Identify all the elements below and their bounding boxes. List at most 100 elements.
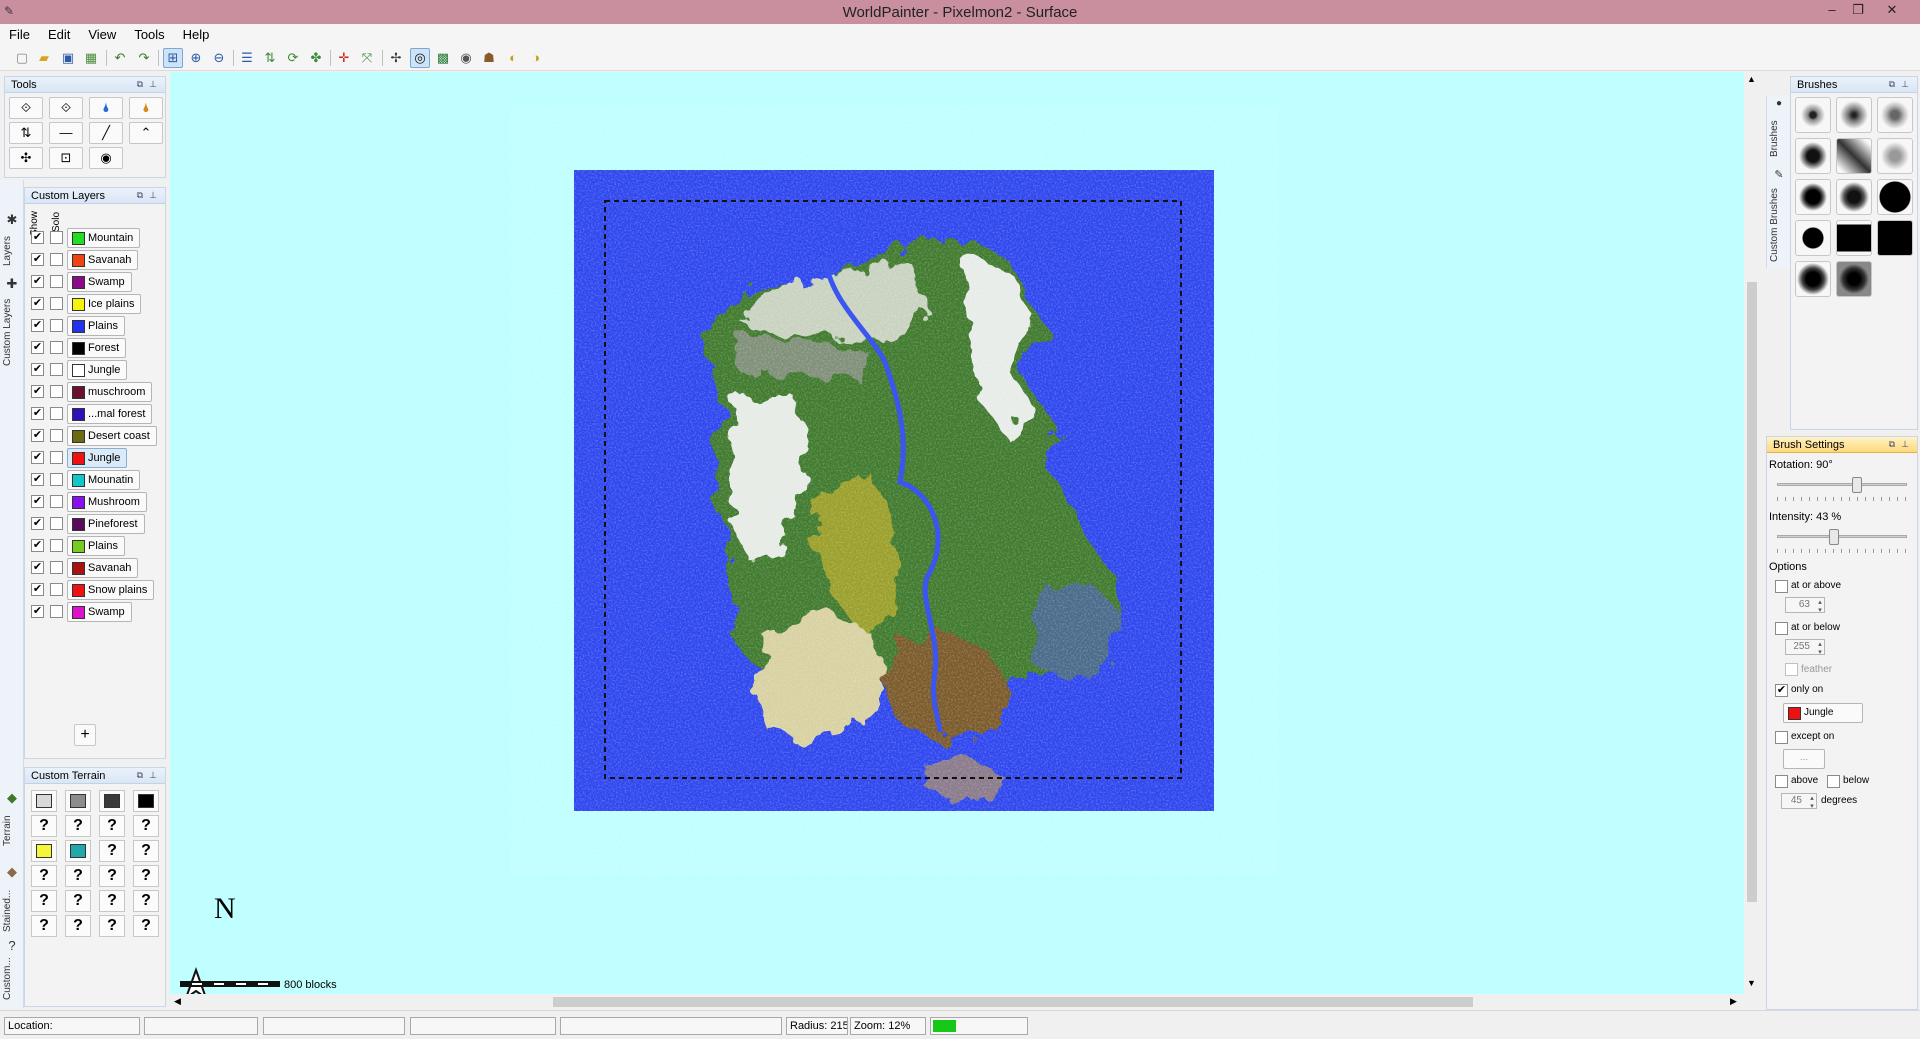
layer-show-checkbox[interactable]: ✔	[31, 319, 44, 332]
vertical-scroll-thumb[interactable]	[1747, 282, 1757, 902]
layer-show-checkbox[interactable]: ✔	[31, 297, 44, 310]
layer-show-checkbox[interactable]: ✔	[31, 517, 44, 530]
layer-button[interactable]: Savanah	[67, 558, 139, 578]
zoom-out-icon[interactable]: ⊖	[209, 48, 229, 68]
layer-solo-checkbox[interactable]	[50, 583, 63, 596]
pin-icon[interactable]: ⊥	[149, 79, 157, 90]
change-height-icon[interactable]: ⇅	[260, 48, 280, 68]
layer-solo-checkbox[interactable]	[50, 473, 63, 486]
undo-icon[interactable]: ↶	[110, 48, 130, 68]
save-icon[interactable]: ▣	[58, 48, 78, 68]
dimension-properties-icon[interactable]: ☰	[237, 48, 257, 68]
layer-button[interactable]: ...mal forest	[67, 404, 153, 424]
float-icon[interactable]: ⧉	[137, 770, 143, 781]
layer-show-checkbox[interactable]: ✔	[31, 605, 44, 618]
layer-solo-checkbox[interactable]	[50, 517, 63, 530]
brush-button[interactable]	[1836, 179, 1872, 215]
layer-button[interactable]: muschroom	[67, 382, 153, 402]
layer-solo-checkbox[interactable]	[50, 407, 63, 420]
tab-custom[interactable]: Custom...	[2, 954, 22, 1004]
restore-icon[interactable]: ❐	[1846, 2, 1870, 20]
rotate-light-left-icon[interactable]: ◐	[503, 48, 523, 68]
brush-button[interactable]	[1836, 220, 1872, 256]
rotate-light-right-icon[interactable]: ◑	[526, 48, 546, 68]
layer-solo-checkbox[interactable]	[50, 231, 63, 244]
intensity-slider-track[interactable]	[1777, 535, 1907, 538]
flatten-tool-icon[interactable]: —	[49, 122, 83, 144]
unknown-terrain-button[interactable]: ?	[133, 890, 159, 912]
menu-view[interactable]: View	[79, 24, 125, 42]
brush-button[interactable]	[1795, 138, 1831, 174]
layer-button[interactable]: Ice plains	[67, 294, 142, 314]
brush-button[interactable]	[1877, 179, 1913, 215]
unknown-terrain-button[interactable]: ?	[99, 815, 125, 837]
rotation-slider-track[interactable]	[1777, 483, 1907, 486]
redo-icon[interactable]: ↷	[134, 48, 154, 68]
feather-checkbox[interactable]	[1785, 663, 1798, 676]
layer-button[interactable]: Swamp	[67, 272, 132, 292]
scroll-down-icon[interactable]: ▼	[1747, 978, 1756, 988]
horizontal-scrollbar[interactable]: ◀ ▶	[170, 994, 1744, 1010]
intensity-slider-thumb[interactable]	[1828, 529, 1839, 545]
layer-show-checkbox[interactable]: ✔	[31, 539, 44, 552]
below-checkbox[interactable]	[1827, 775, 1840, 788]
layer-button[interactable]: Snow plains	[67, 580, 155, 600]
terrain-swatch-button[interactable]	[133, 790, 159, 812]
pin-icon[interactable]: ⊥	[149, 770, 157, 781]
only-on-layer-button[interactable]: Jungle	[1783, 703, 1863, 723]
layer-button[interactable]: Jungle	[67, 360, 128, 380]
tab-stained[interactable]: Stained...	[2, 882, 22, 940]
menu-tools[interactable]: Tools	[125, 24, 173, 42]
tab-custom-layers[interactable]: Custom Layers	[2, 292, 22, 372]
brush-button[interactable]	[1795, 220, 1831, 256]
rotation-slider-thumb[interactable]	[1852, 477, 1862, 493]
layer-show-checkbox[interactable]: ✔	[31, 231, 44, 244]
menu-edit[interactable]: Edit	[39, 24, 79, 42]
layer-solo-checkbox[interactable]	[50, 539, 63, 552]
terrain-swatch-button[interactable]	[65, 790, 91, 812]
unknown-terrain-button[interactable]: ?	[31, 890, 57, 912]
horizontal-scroll-thumb[interactable]	[553, 997, 1473, 1007]
float-icon[interactable]: ⧉	[137, 79, 143, 90]
except-on-checkbox[interactable]	[1775, 731, 1788, 744]
menu-file[interactable]: File	[0, 24, 39, 42]
scroll-left-icon[interactable]: ◀	[174, 996, 181, 1007]
terrain-swatch-button[interactable]	[99, 790, 125, 812]
layer-button[interactable]: Plains	[67, 316, 125, 336]
show-grid-icon[interactable]: ✢	[386, 48, 406, 68]
layer-solo-checkbox[interactable]	[50, 561, 63, 574]
open-folder-icon[interactable]: ▰	[34, 48, 54, 68]
terrain-swatch-button[interactable]	[31, 840, 57, 862]
at-or-below-spinner[interactable]: 255	[1785, 639, 1825, 656]
brush-button[interactable]	[1877, 138, 1913, 174]
close-icon[interactable]: ✕	[1880, 2, 1904, 20]
layer-button[interactable]: Jungle	[67, 448, 128, 468]
brush-button[interactable]	[1836, 97, 1872, 133]
at-or-above-spinner[interactable]: 63	[1785, 597, 1825, 614]
layer-solo-checkbox[interactable]	[50, 275, 63, 288]
unknown-terrain-button[interactable]: ?	[99, 890, 125, 912]
new-world-icon[interactable]: ▢	[12, 48, 32, 68]
unknown-terrain-button[interactable]: ?	[65, 865, 91, 887]
spray-tool-icon[interactable]: ✣	[9, 147, 43, 169]
only-on-checkbox[interactable]: ✔	[1775, 684, 1788, 697]
unknown-terrain-button[interactable]: ?	[65, 890, 91, 912]
layer-solo-checkbox[interactable]	[50, 385, 63, 398]
brush-button[interactable]	[1877, 97, 1913, 133]
float-icon[interactable]: ⧉	[1889, 79, 1895, 90]
scroll-right-icon[interactable]: ▶	[1730, 996, 1737, 1007]
layer-solo-checkbox[interactable]	[50, 253, 63, 266]
layer-button[interactable]: Mounatin	[67, 470, 141, 490]
layer-show-checkbox[interactable]: ✔	[31, 451, 44, 464]
mountain-tool-icon[interactable]: ⌃	[129, 122, 163, 144]
flood-tool-icon[interactable]: 🌢	[89, 97, 123, 119]
layer-solo-checkbox[interactable]	[50, 495, 63, 508]
layer-show-checkbox[interactable]: ✔	[31, 429, 44, 442]
move-to-spawn-icon[interactable]: ✛	[334, 48, 354, 68]
except-on-layer-button[interactable]: ...	[1783, 749, 1825, 769]
layer-solo-checkbox[interactable]	[50, 341, 63, 354]
smooth-tool-icon[interactable]: ⟐	[49, 97, 83, 119]
show-overlay-icon[interactable]: ▩	[433, 48, 453, 68]
layer-show-checkbox[interactable]: ✔	[31, 253, 44, 266]
pin-icon[interactable]: ⊥	[1901, 79, 1909, 90]
